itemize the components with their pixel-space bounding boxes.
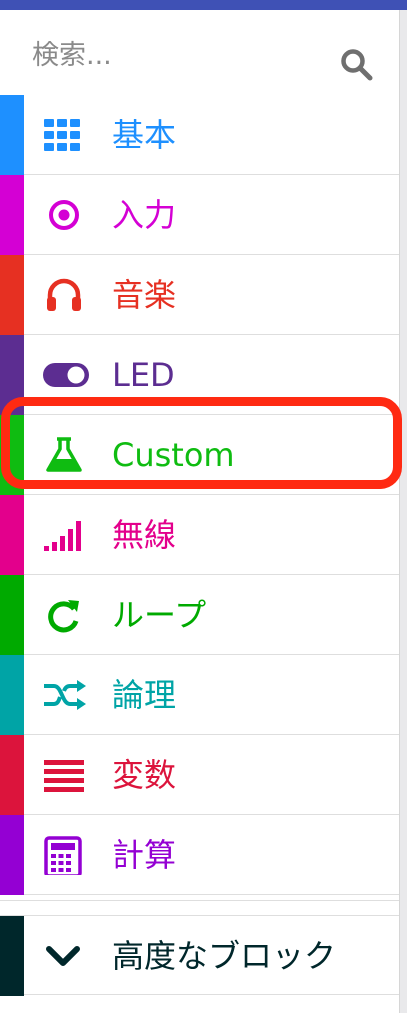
search-icon[interactable] bbox=[340, 48, 374, 82]
grid-icon bbox=[44, 119, 80, 151]
signal-bars-icon bbox=[44, 521, 81, 551]
advanced-blocks-toggle[interactable]: 高度なブロック bbox=[0, 915, 399, 996]
category-input[interactable]: 入力 bbox=[0, 175, 399, 255]
category-color-bar bbox=[0, 495, 24, 575]
category-math[interactable]: 計算 bbox=[0, 815, 399, 895]
header-bar bbox=[0, 0, 407, 10]
category-label: ループ bbox=[112, 596, 207, 634]
category-music[interactable]: 音楽 bbox=[0, 255, 399, 335]
category-color-bar bbox=[0, 255, 24, 335]
category-color-bar bbox=[0, 655, 24, 735]
category-basic[interactable]: 基本 bbox=[0, 95, 399, 175]
search-row bbox=[0, 10, 399, 95]
headphones-icon bbox=[47, 278, 81, 311]
category-label: 変数 bbox=[112, 756, 177, 794]
category-label: Custom bbox=[112, 436, 235, 474]
category-color-bar bbox=[0, 815, 24, 895]
category-color-bar bbox=[0, 335, 24, 415]
advanced-blocks-label: 高度なブロック bbox=[112, 937, 337, 975]
category-logic[interactable]: 論理 bbox=[0, 655, 399, 735]
category-custom[interactable]: Custom bbox=[0, 415, 399, 495]
category-label: 計算 bbox=[112, 836, 177, 874]
refresh-icon bbox=[48, 600, 79, 633]
category-color-bar bbox=[0, 735, 24, 815]
category-color-bar bbox=[0, 415, 24, 495]
category-loops[interactable]: ループ bbox=[0, 575, 399, 655]
category-label: 論理 bbox=[112, 676, 177, 714]
divider bbox=[0, 900, 399, 901]
category-variables[interactable]: 変数 bbox=[0, 735, 399, 815]
category-label: 基本 bbox=[112, 116, 177, 154]
category-radio[interactable]: 無線 bbox=[0, 495, 399, 575]
search-input[interactable] bbox=[32, 36, 312, 74]
category-color-bar bbox=[0, 916, 24, 996]
list-lines-icon bbox=[44, 760, 84, 792]
category-label: 無線 bbox=[112, 516, 177, 554]
shuffle-icon bbox=[44, 680, 86, 710]
chevron-down-icon bbox=[46, 946, 80, 966]
category-color-bar bbox=[0, 175, 24, 255]
target-icon bbox=[49, 200, 79, 230]
category-label: 入力 bbox=[112, 196, 177, 234]
calculator-icon bbox=[44, 836, 82, 875]
category-led[interactable]: LED bbox=[0, 335, 399, 415]
flask-icon bbox=[46, 437, 82, 472]
category-color-bar bbox=[0, 575, 24, 655]
category-label: LED bbox=[112, 356, 175, 394]
category-color-bar bbox=[0, 95, 24, 175]
category-label: 音楽 bbox=[112, 276, 177, 314]
toggle-icon bbox=[43, 363, 89, 387]
toolbox: 基本 入力 音楽 LED Custom bbox=[0, 10, 400, 1013]
